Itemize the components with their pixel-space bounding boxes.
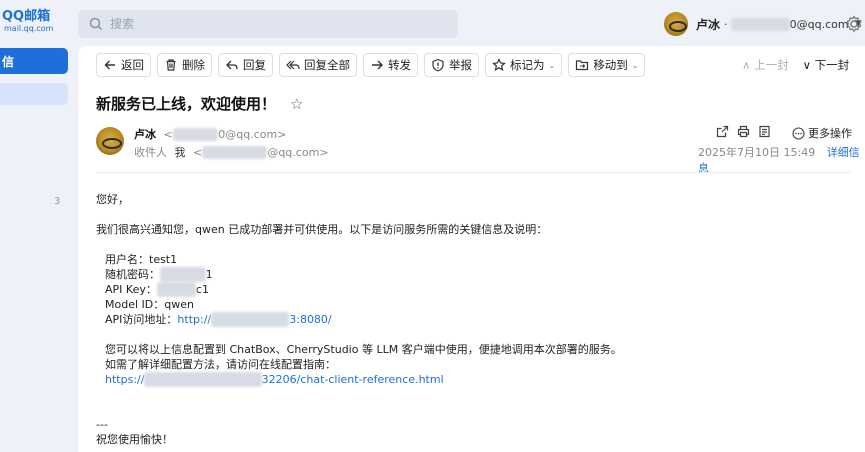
- back-button[interactable]: 返回: [96, 53, 151, 77]
- reply-all-button[interactable]: 回复全部: [279, 53, 357, 77]
- search-box[interactable]: [78, 10, 458, 38]
- user-menu[interactable]: 卢冰 · xxxxxxxxx0@qq.com ▼: [664, 10, 861, 38]
- note-icon[interactable]: [758, 125, 771, 138]
- credentials-block: 用户名：test1 随机密码：xxxxxxx1 API Key：xxxxxxc1…: [96, 252, 622, 387]
- api-url-row: API访问地址：http://xxxxxxxxxxxx3:8080/: [105, 312, 332, 327]
- left-nav: 信 3: [0, 46, 78, 452]
- mail-body: 您好， 我们很高兴通知您，qwen 已成功部署并可供使用。以下是访问服务所需的关…: [96, 192, 622, 447]
- chevron-down-icon: ⌄: [631, 60, 639, 70]
- sidebar-item-inbox[interactable]: [0, 83, 68, 105]
- logo-subtext: mail.qq.com: [4, 24, 54, 33]
- report-button[interactable]: 举报: [424, 53, 479, 77]
- star-icon[interactable]: ☆: [290, 95, 303, 113]
- reply-all-icon: [286, 58, 300, 72]
- logo-text: QQ邮箱: [2, 9, 51, 24]
- open-new-window-icon[interactable]: [716, 125, 729, 138]
- chevron-down-icon: ⌄: [548, 60, 556, 70]
- compose-button[interactable]: 信: [0, 48, 68, 74]
- user-avatar[interactable]: [664, 12, 688, 36]
- sender-address: <xxxxxxx0@qq.com>: [163, 128, 287, 141]
- move-to-dropdown[interactable]: 移动到 ⌄: [568, 53, 646, 77]
- intro-paragraph: 我们很高兴通知您，qwen 已成功部署并可供使用。以下是访问服务所需的关键信息及…: [96, 223, 548, 236]
- mail-pager: ∧ 上一封 ∨ 下一封: [742, 57, 849, 73]
- closing: 祝您使用愉快！: [96, 433, 173, 446]
- folder-move-icon: [575, 58, 589, 72]
- guide-note: 如需了解详细配置方法，请访问在线配置指南：: [105, 358, 336, 371]
- mark-as-dropdown[interactable]: 标记为 ⌄: [485, 53, 563, 77]
- more-dots-icon: [792, 126, 805, 140]
- client-note: 您可以将以上信息配置到 ChatBox、CherryStudio 等 LLM 客…: [105, 343, 622, 356]
- api-key-row: API Key：xxxxxxc1: [105, 282, 209, 297]
- star-icon: [492, 58, 506, 72]
- recipient-line: 收件人 我 <xxxxxxxxxx@qq.com>: [134, 144, 329, 160]
- print-icon[interactable]: [737, 125, 750, 138]
- shield-alert-icon: [431, 58, 445, 72]
- reply-button[interactable]: 回复: [218, 53, 273, 77]
- prev-mail-button[interactable]: ∧ 上一封: [742, 57, 789, 73]
- header-divider: [96, 172, 851, 173]
- username-row: 用户名：test1: [105, 253, 178, 266]
- sender-line: 卢冰 <xxxxxxx0@qq.com>: [134, 126, 286, 142]
- more-actions-button[interactable]: 更多操作: [792, 125, 852, 141]
- user-name: 卢冰: [696, 17, 721, 32]
- guide-row: https://xxxxxxxxxxxxxxxxxx32206/chat-cli…: [105, 372, 622, 387]
- search-input[interactable]: [110, 17, 430, 31]
- top-bar: QQ邮箱 mail.qq.com 卢冰 · xxxxxxxxx0@qq.com …: [0, 0, 865, 46]
- search-icon: [88, 16, 104, 32]
- api-url-link[interactable]: http://xxxxxxxxxxxx3:8080/: [177, 312, 332, 327]
- signature-dash: ---: [96, 418, 108, 431]
- trash-icon: [164, 58, 178, 72]
- gear-icon[interactable]: [844, 14, 864, 34]
- greeting: 您好，: [96, 193, 129, 206]
- mail-reader: 返回 删除 回复 回复全部 转发 举报 标记为 ⌄ 移动到 ⌄ ∧ 上一封 ∨ …: [78, 46, 865, 452]
- delete-button[interactable]: 删除: [157, 53, 212, 77]
- recipient-name[interactable]: 我: [175, 146, 186, 159]
- mail-subject: 新服务已上线，欢迎使用！ ☆: [96, 94, 304, 114]
- reply-icon: [225, 58, 239, 72]
- qq-mail-logo[interactable]: QQ邮箱 mail.qq.com: [2, 10, 62, 40]
- header-actions: [716, 125, 771, 138]
- mail-toolbar: 返回 删除 回复 回复全部 转发 举报 标记为 ⌄ 移动到 ⌄: [96, 53, 646, 77]
- guide-link[interactable]: https://xxxxxxxxxxxxxxxxxx32206/chat-cli…: [105, 372, 444, 387]
- model-id-row: Model ID：qwen: [105, 298, 194, 311]
- recipient-label: 收件人: [134, 146, 167, 159]
- unread-count: 3: [54, 196, 61, 207]
- forward-icon: [370, 58, 384, 72]
- next-mail-button[interactable]: ∨ 下一封: [803, 57, 850, 73]
- password-row: 随机密码：xxxxxxx1: [105, 267, 213, 282]
- sender-avatar[interactable]: [96, 127, 124, 155]
- sender-name[interactable]: 卢冰: [134, 128, 156, 141]
- recipient-address: <xxxxxxxxxx@qq.com>: [193, 146, 329, 159]
- arrow-left-icon: [103, 58, 117, 72]
- user-email: · xxxxxxxxx0@qq.com: [724, 17, 849, 31]
- forward-button[interactable]: 转发: [363, 53, 418, 77]
